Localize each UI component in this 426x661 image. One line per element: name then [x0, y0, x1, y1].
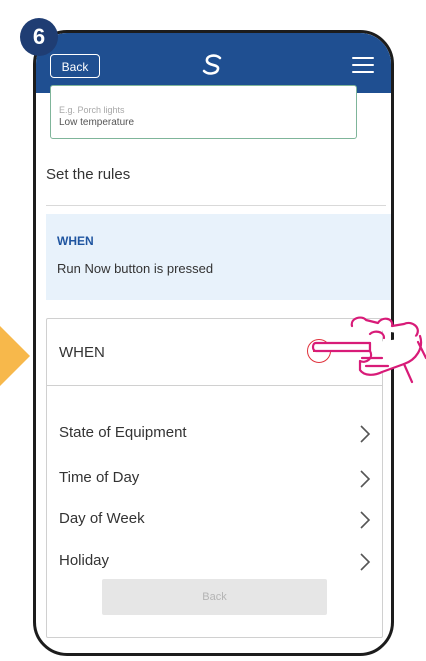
panel-back-button[interactable]: Back [102, 579, 327, 615]
arrow-pointer-icon [0, 326, 30, 386]
rule-summary-condition: Run Now button is pressed [57, 261, 214, 276]
back-button[interactable]: Back [50, 54, 100, 78]
divider [46, 205, 386, 206]
app-header: Back [36, 33, 391, 93]
instruction-canvas: 6 Back E.g. Porch lights Low temperature… [0, 0, 426, 661]
rule-summary-card: WHEN Run Now button is pressed [46, 214, 391, 300]
option-state-of-equipment[interactable]: State of Equipment [47, 414, 382, 452]
name-input-value: Low temperature [59, 117, 135, 128]
option-label: Day of Week [59, 510, 145, 527]
name-input-placeholder: E.g. Porch lights [59, 105, 125, 115]
option-label: State of Equipment [59, 424, 187, 441]
rule-name-input[interactable]: E.g. Porch lights Low temperature [50, 85, 357, 139]
rule-summary-heading: WHEN [57, 234, 94, 248]
chevron-right-icon [360, 553, 371, 571]
option-label: Time of Day [59, 469, 140, 486]
chevron-right-icon [360, 470, 371, 488]
when-panel-title: WHEN [59, 344, 105, 361]
step-badge: 6 [20, 18, 58, 56]
option-holiday[interactable]: Holiday [47, 542, 382, 580]
chevron-right-icon [360, 425, 371, 443]
set-rules-title: Set the rules [46, 166, 131, 183]
step-number: 6 [32, 24, 46, 49]
option-day-of-week[interactable]: Day of Week [47, 500, 382, 538]
option-label: Holiday [59, 552, 110, 569]
option-time-of-day[interactable]: Time of Day [47, 459, 382, 497]
hand-pointer-icon [311, 316, 426, 384]
chevron-right-icon [360, 511, 371, 529]
salus-logo-icon [202, 54, 222, 75]
hamburger-menu-icon[interactable] [352, 57, 374, 73]
